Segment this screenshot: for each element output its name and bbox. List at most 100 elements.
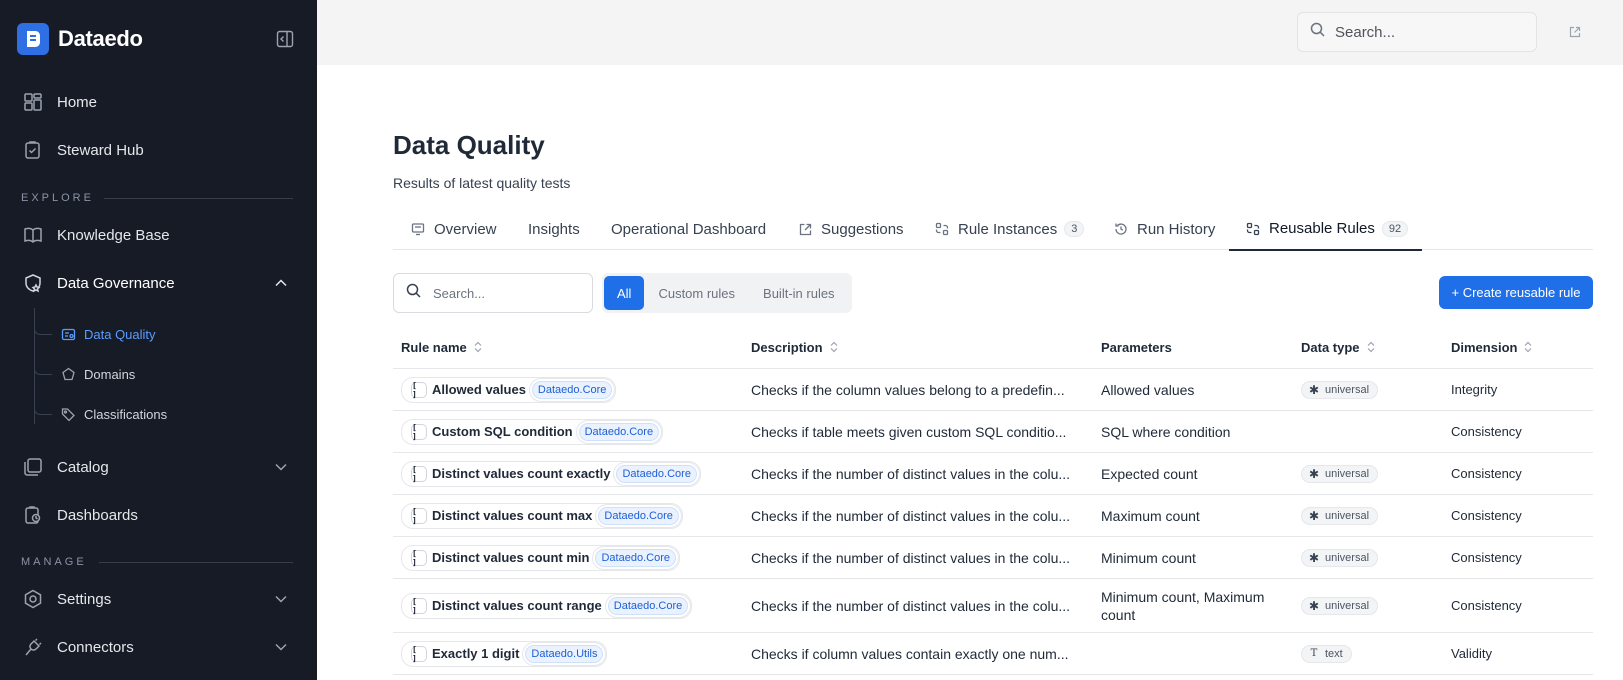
rule-name-pill[interactable]: [ ] Allowed values Dataedo.Core [401, 376, 617, 403]
rule-description: Checks if table meets given custom SQL c… [751, 423, 1067, 440]
sidebar-item-knowledge-base[interactable]: Knowledge Base [0, 215, 317, 255]
column-header-dimension[interactable]: Dimension [1451, 325, 1533, 369]
namespace-badge: Dataedo.Core [595, 548, 676, 567]
global-search[interactable] [1297, 12, 1537, 52]
tab-reusable-rules[interactable]: Reusable Rules 92 [1229, 208, 1423, 251]
tab-overview[interactable]: Overview [410, 208, 497, 250]
rule-name: Exactly 1 digit [432, 646, 520, 661]
rule-name: Allowed values [432, 382, 526, 397]
book-icon [21, 223, 45, 247]
sidebar-item-catalog[interactable]: Catalog [0, 447, 317, 487]
data-type-label: universal [1325, 467, 1370, 480]
column-label: Parameters [1101, 339, 1172, 355]
collapse-sidebar-icon[interactable] [274, 28, 296, 50]
tab-insights[interactable]: Insights [528, 208, 580, 250]
sidebar-item-connectors[interactable]: Connectors [0, 627, 317, 667]
tab-operational-dashboard[interactable]: Operational Dashboard [611, 208, 766, 250]
column-label: Rule name [401, 339, 467, 355]
rule-name-pill[interactable]: [ ] Custom SQL condition Dataedo.Core [401, 418, 664, 445]
logo[interactable]: Dataedo [17, 23, 143, 55]
rule-name-pill[interactable]: [ ] Distinct values count min Dataedo.Core [401, 544, 680, 571]
dataedo-logo-icon [17, 23, 49, 55]
column-label: Data type [1301, 339, 1360, 355]
parameters-cell: Minimum count, Maximum count [1101, 579, 1291, 632]
chevron-up-icon[interactable] [273, 275, 289, 291]
create-reusable-rule-button[interactable]: + Create reusable rule [1439, 276, 1593, 309]
asterisk-icon: ✱ [1308, 550, 1320, 565]
sort-icon[interactable] [473, 340, 483, 354]
data-type-badge: ✱ universal [1301, 506, 1379, 525]
tab-rule-instances[interactable]: Rule Instances 3 [934, 208, 1085, 250]
tab-suggestions[interactable]: Suggestions [797, 208, 904, 250]
sidebar-item-data-governance[interactable]: Data Governance [0, 263, 317, 303]
sort-icon[interactable] [1366, 340, 1376, 354]
chevron-down-icon[interactable] [273, 639, 289, 655]
table-row[interactable]: [ ] Distinct values count range Dataedo.Co… [393, 579, 1593, 633]
rule-dimension: Consistency [1451, 598, 1522, 613]
filter-all-button[interactable]: All [604, 276, 645, 310]
rule-name-pill[interactable]: [ ] Distinct values count exactly Dataedo.… [401, 460, 701, 487]
sidebar-item-classifications[interactable]: Classifications [34, 398, 167, 430]
rule-name-cell: [ ] Distinct values count min Dataedo.Core [393, 537, 680, 578]
dimension-cell: Integrity [1451, 369, 1497, 410]
sidebar-item-data-quality[interactable]: Data Quality [34, 318, 156, 350]
search-icon [1310, 22, 1325, 42]
table-row[interactable]: [ ] Distinct values count max Dataedo.Core… [393, 495, 1593, 537]
column-header-rule-name[interactable]: Rule name [401, 325, 483, 369]
description-cell: Checks if column values contain exactly … [751, 633, 1069, 674]
brackets-icon: [ ] [411, 645, 427, 663]
sort-icon[interactable] [829, 340, 839, 354]
chevron-down-icon[interactable] [273, 591, 289, 607]
data-type-label: universal [1325, 383, 1370, 396]
rule-parameters: Expected count [1101, 465, 1198, 482]
plug-icon [21, 635, 45, 659]
table-row[interactable]: [ ] Distinct values count min Dataedo.Core… [393, 537, 1593, 579]
shield-icon [21, 271, 45, 295]
filter-built-in-rules-button[interactable]: Built-in rules [749, 276, 849, 310]
rules-search-input[interactable] [433, 285, 583, 301]
table-row[interactable]: [ ] Exactly 1 digit Dataedo.Utils Checks if… [393, 633, 1593, 675]
table-row[interactable]: [ ] Allowed values Dataedo.Core Checks if t… [393, 369, 1593, 411]
asterisk-icon: ✱ [1308, 598, 1320, 613]
table-row[interactable]: [ ] Distinct values count exactly Dataedo.… [393, 453, 1593, 495]
page-title: Data Quality [393, 130, 545, 160]
rule-description: Checks if the number of distinct values … [751, 549, 1071, 566]
search-icon [406, 283, 421, 303]
sidebar-item-dashboards[interactable]: Dashboards [0, 495, 317, 535]
rules-search[interactable] [393, 273, 593, 313]
rule-dimension: Validity [1451, 646, 1492, 661]
external-link-icon[interactable] [1567, 24, 1583, 40]
parameters-cell [1101, 633, 1291, 674]
sidebar-item-steward-hub[interactable]: Steward Hub [0, 130, 317, 170]
table-row[interactable]: [ ] Custom SQL condition Dataedo.Core Check… [393, 411, 1593, 453]
rule-dimension: Consistency [1451, 508, 1522, 523]
sort-icon[interactable] [1523, 340, 1533, 354]
rule-name-pill[interactable]: [ ] Exactly 1 digit Dataedo.Utils [401, 640, 608, 667]
sidebar: Dataedo Home Steward Hub EXPLORE Knowled… [0, 0, 317, 680]
parameters-cell: Maximum count [1101, 495, 1291, 536]
sidebar-item-home[interactable]: Home [0, 82, 317, 122]
app-name: Dataedo [58, 26, 143, 51]
global-search-input[interactable] [1335, 23, 1525, 41]
column-header-description[interactable]: Description [751, 325, 839, 369]
sidebar-item-settings[interactable]: Settings [0, 579, 317, 619]
filter-custom-rules-button[interactable]: Custom rules [644, 276, 749, 310]
sidebar-item-domains[interactable]: Domains [34, 358, 135, 390]
sidebar-sub-label: Domains [84, 366, 136, 382]
tab-run-history[interactable]: Run History [1113, 208, 1215, 250]
chevron-down-icon[interactable] [273, 459, 289, 475]
tab-bar: Overview Insights Operational Dashboard … [393, 208, 1593, 251]
column-header-data-type[interactable]: Data type [1301, 325, 1376, 369]
data-type-badge: ✱ universal [1301, 380, 1379, 399]
topbar [317, 0, 1623, 65]
data-quality-icon [60, 326, 76, 342]
namespace-badge: Dataedo.Utils [525, 644, 604, 663]
rules-table: Rule name Description Parameters Data ty… [393, 325, 1593, 675]
rule-name-pill[interactable]: [ ] Distinct values count range Dataedo.Co… [401, 592, 693, 619]
parameters-cell: Expected count [1101, 453, 1291, 494]
column-header-parameters: Parameters [1101, 325, 1172, 369]
tree-elbow [34, 323, 52, 335]
monitor-icon [410, 221, 426, 237]
description-cell: Checks if the number of distinct values … [751, 453, 1070, 494]
rule-name-pill[interactable]: [ ] Distinct values count max Dataedo.Core [401, 502, 683, 529]
